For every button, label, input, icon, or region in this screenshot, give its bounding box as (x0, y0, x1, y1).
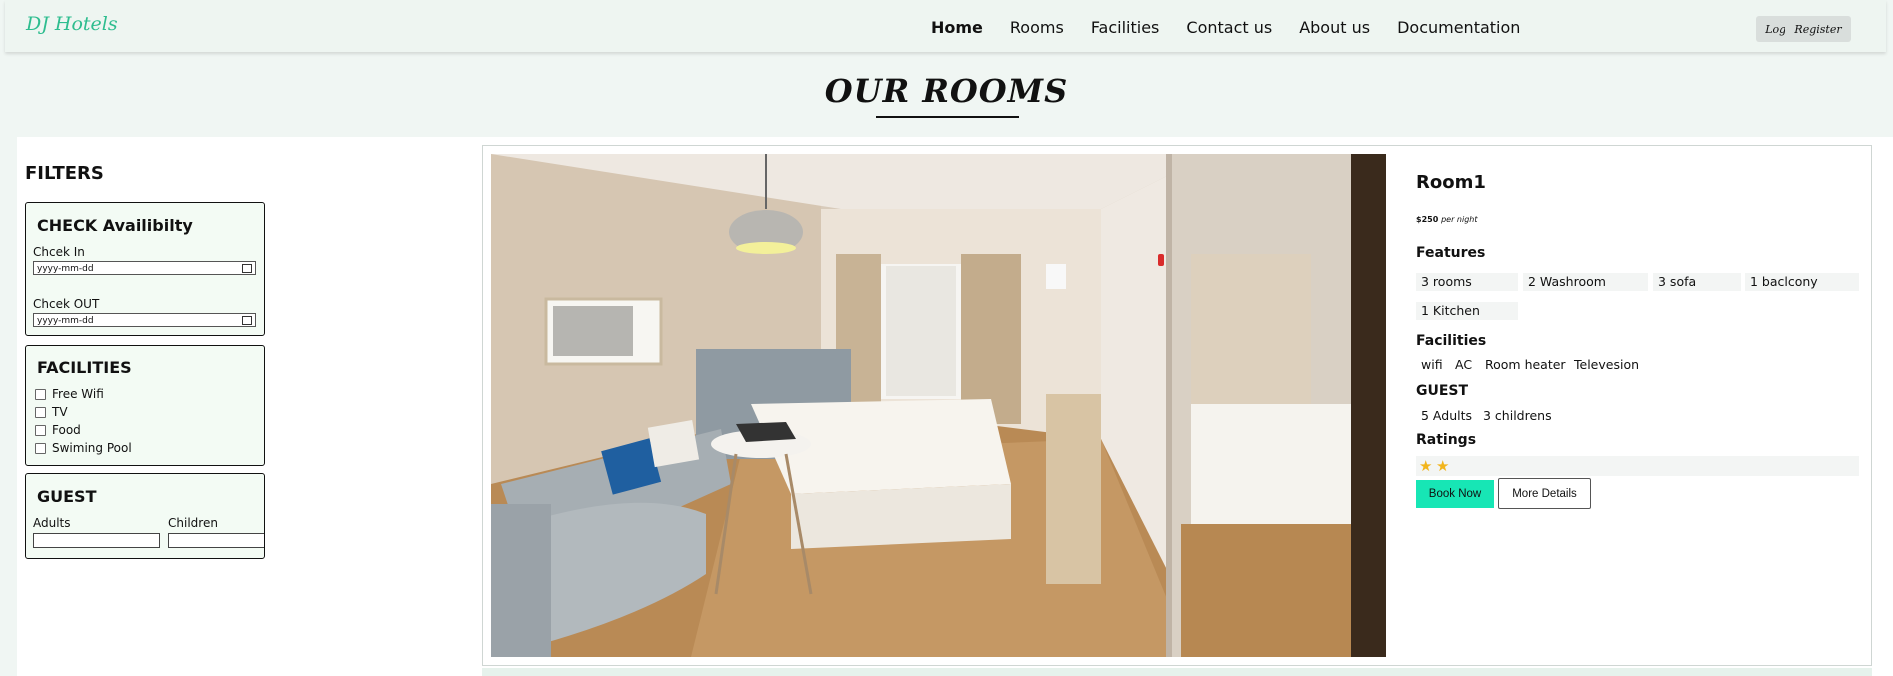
nav-home[interactable]: Home (931, 18, 983, 37)
room-price: $250 per night (1416, 215, 1477, 224)
children-label: Children (168, 516, 218, 530)
nav-facilities[interactable]: Facilities (1091, 18, 1160, 37)
guest-filter-box: GUEST Adults Children (25, 473, 265, 559)
features-heading: Features (1416, 245, 1486, 261)
filters-heading: FILTERS (25, 163, 104, 184)
book-now-button[interactable]: Book Now (1416, 480, 1494, 508)
swimming-pool-label: Swiming Pool (52, 441, 132, 455)
free-wifi-label: Free Wifi (52, 387, 104, 401)
calendar-icon[interactable] (242, 316, 252, 325)
adults-label: Adults (33, 516, 71, 530)
nav-rooms[interactable]: Rooms (1010, 18, 1064, 37)
room-photo (491, 154, 1386, 657)
guest-chip: 5 Adults (1421, 408, 1473, 423)
tv-label: TV (52, 405, 68, 419)
page-title: OUR ROOMS (824, 72, 1069, 110)
adults-input[interactable] (33, 533, 160, 548)
checkout-date-placeholder: yyyy-mm-dd (37, 316, 94, 326)
facilities-filter-box: FACILITIES Free Wifi TV Food Swiming Poo… (25, 345, 265, 466)
facility-chip: wifi (1421, 357, 1443, 372)
facility-chip: Televesion (1574, 357, 1640, 372)
brand-logo[interactable]: DJ Hotels (26, 13, 118, 35)
swimming-pool-checkbox[interactable] (35, 442, 46, 454)
guest-chip: 3 childrens (1483, 408, 1552, 423)
food-checkbox[interactable] (35, 424, 46, 436)
food-label: Food (52, 423, 81, 437)
checkout-date-input[interactable]: yyyy-mm-dd (33, 313, 256, 327)
next-room-card-edge (482, 668, 1872, 676)
check-availability-title: CHECK Availibilty (37, 216, 193, 235)
feature-tag: 2 Washroom (1523, 273, 1648, 291)
room-price-suffix: per night (1441, 215, 1478, 224)
facility-option-tv[interactable]: TV (35, 405, 68, 419)
feature-tag: 1 baclcony (1745, 273, 1859, 291)
checkin-date-placeholder: yyyy-mm-dd (37, 264, 94, 274)
ratings-heading: Ratings (1416, 432, 1477, 448)
more-details-button[interactable]: More Details (1498, 478, 1591, 509)
facilities-heading: Facilities (1416, 333, 1487, 349)
register-button[interactable]: Register (1785, 16, 1851, 42)
navbar: DJ Hotels Home Rooms Facilities Contact … (5, 0, 1886, 52)
feature-tag: 3 rooms (1416, 273, 1518, 291)
room-name: Room1 (1416, 172, 1486, 193)
title-underline (876, 116, 1019, 118)
check-availability-box: CHECK Availibilty Chcek In yyyy-mm-dd Ch… (25, 202, 265, 336)
guest-heading: GUEST (1416, 383, 1469, 399)
checkout-label: Chcek OUT (33, 297, 100, 311)
children-input[interactable] (168, 533, 264, 548)
feature-tag: 1 Kitchen (1416, 302, 1518, 320)
guest-filter-title: GUEST (37, 487, 97, 506)
facilities-filter-title: FACILITIES (37, 358, 132, 377)
nav-links: Home Rooms Facilities Contact us About u… (931, 18, 1547, 37)
checkin-date-input[interactable]: yyyy-mm-dd (33, 261, 256, 275)
room-price-value: $250 (1416, 215, 1439, 224)
feature-tag: 3 sofa (1653, 273, 1741, 291)
facility-option-free-wifi[interactable]: Free Wifi (35, 387, 104, 401)
star-icon: ★ (1436, 457, 1450, 475)
facility-option-food[interactable]: Food (35, 423, 81, 437)
free-wifi-checkbox[interactable] (35, 388, 46, 400)
facility-chip: Room heater (1485, 357, 1566, 372)
checkin-label: Chcek In (33, 245, 85, 259)
tv-checkbox[interactable] (35, 406, 46, 418)
star-icon: ★ (1419, 457, 1433, 475)
calendar-icon[interactable] (242, 264, 252, 273)
ratings-bar: ★ ★ (1416, 456, 1859, 476)
facility-chip: AC (1455, 357, 1473, 372)
facility-option-swimming-pool[interactable]: Swiming Pool (35, 441, 132, 455)
nav-documentation[interactable]: Documentation (1397, 18, 1520, 37)
nav-contact-us[interactable]: Contact us (1186, 18, 1272, 37)
nav-about-us[interactable]: About us (1299, 18, 1370, 37)
